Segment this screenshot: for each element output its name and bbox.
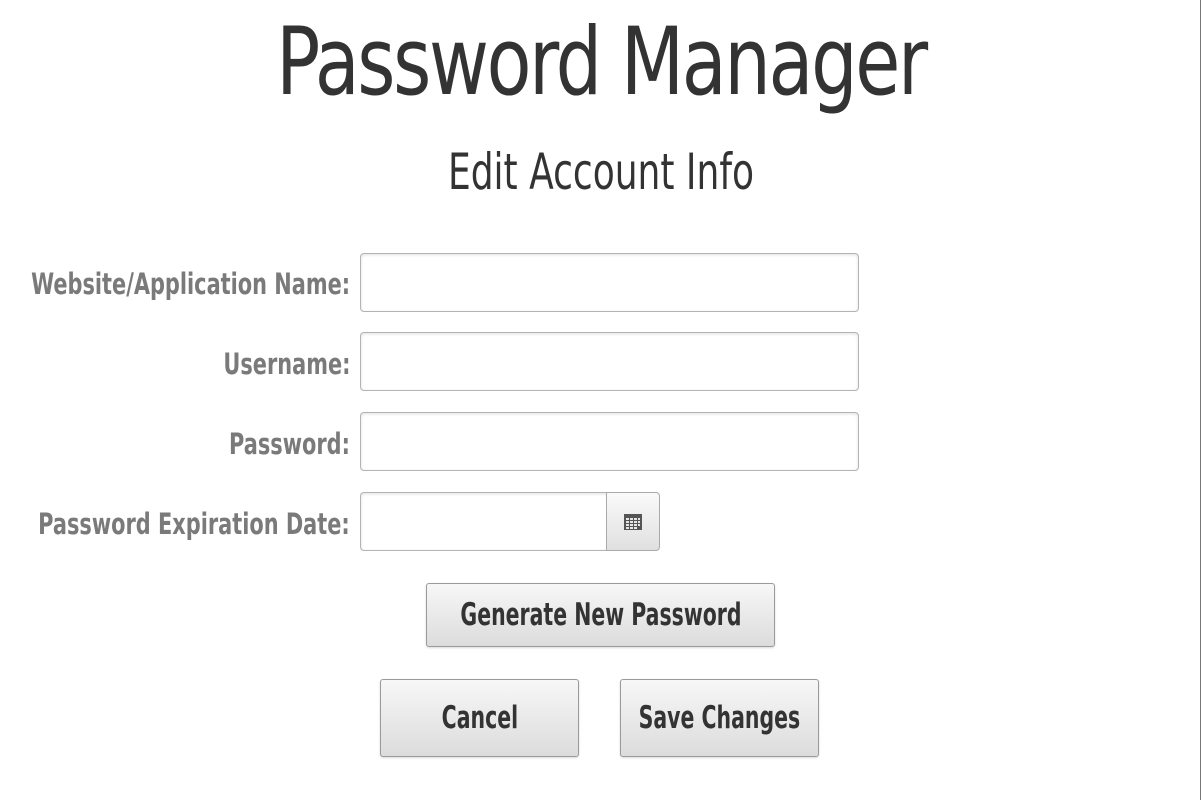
save-changes-button[interactable]: Save Changes [620,679,819,757]
password-label: Password: [229,427,350,461]
username-label: Username: [222,347,350,381]
generate-password-button[interactable]: Generate New Password [426,583,775,647]
app-title: Password Manager [276,8,928,117]
website-input[interactable] [360,253,859,312]
username-input[interactable] [360,332,859,391]
date-picker-button[interactable] [606,492,660,551]
page-title: Edit Account Info [447,143,755,201]
expiration-date-label: Password Expiration Date: [38,507,350,541]
expiration-date-picker [360,492,660,551]
save-changes-label: Save Changes [638,700,801,736]
website-label: Website/Application Name: [30,267,350,301]
calendar-icon [624,513,642,530]
cancel-label: Cancel [441,700,518,736]
expiration-date-input[interactable] [360,492,608,551]
password-input[interactable] [360,412,859,471]
generate-password-label: Generate New Password [459,597,742,633]
app-window [0,0,1201,800]
cancel-button[interactable]: Cancel [380,679,579,757]
